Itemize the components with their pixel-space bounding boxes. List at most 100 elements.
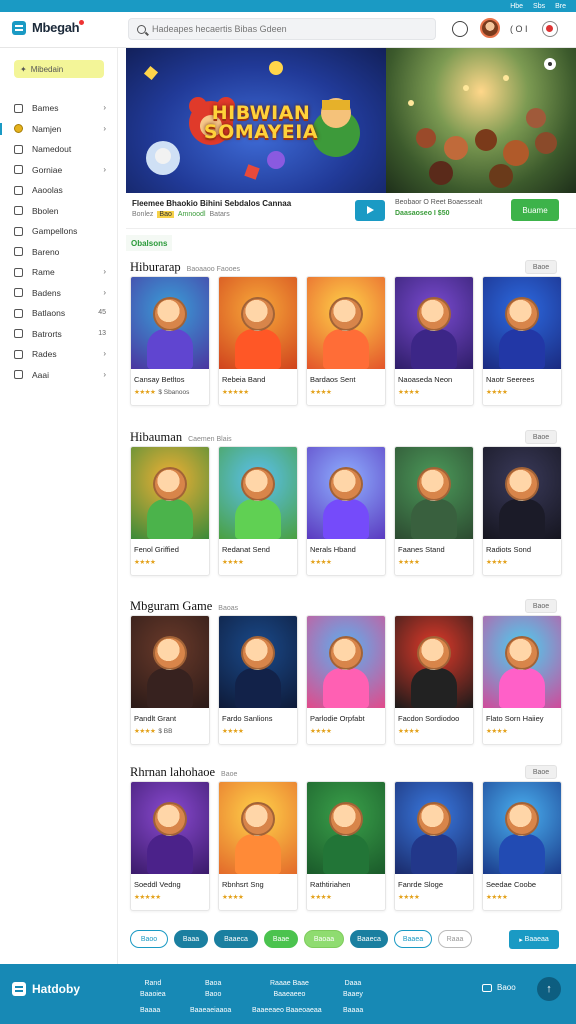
footer-link[interactable]: Baaeaeeo <box>270 989 309 1000</box>
brand-logo[interactable]: Mbegah <box>12 20 85 35</box>
promo-badge[interactable]: ✦ Mibedain <box>14 60 104 78</box>
pager-button[interactable]: Baae <box>264 930 298 948</box>
game-card[interactable]: Facdon Sordiodoo ★★★★ <box>394 615 474 745</box>
pager-button[interactable]: Baaa <box>174 930 208 948</box>
game-card[interactable]: Redanat Send ★★★★ <box>218 446 298 576</box>
footer-bottom-link[interactable]: Baaeeaeo Baaeoaeaa <box>252 1007 322 1014</box>
game-card[interactable]: Bardaos Sent ★★★★ <box>306 276 386 406</box>
game-card[interactable]: Rebeia Band ★★★★★ <box>218 276 298 406</box>
pager-button[interactable]: Baoaa <box>304 930 344 948</box>
featured-action-button[interactable]: Buame <box>511 199 559 221</box>
game-card[interactable]: Pandlt Grant ★★★★ $ BB <box>130 615 210 745</box>
sidebar-item-namedout[interactable]: Namedout <box>0 139 118 160</box>
footer-link[interactable]: Baaey <box>343 989 363 1000</box>
record-icon <box>14 370 23 380</box>
sidebar-item-count: 13 <box>98 329 106 337</box>
hero-banner[interactable]: HIBWIAN SOMAYEIA <box>126 48 576 193</box>
sidebar-item-count: 45 <box>98 309 106 316</box>
footer-col-1: Rand Baaoiea <box>140 978 166 1000</box>
sidebar-item-aaai[interactable]: Aaai › <box>0 365 118 386</box>
game-thumbnail <box>395 782 473 874</box>
game-card[interactable]: Flato Sorn Haiiey ★★★★ <box>482 615 562 745</box>
footer-bottom-link[interactable]: Baaaa <box>343 1007 363 1014</box>
footer-link[interactable]: Daaa <box>343 978 363 989</box>
scroll-up-icon[interactable]: ↑ <box>537 977 561 1001</box>
pager-button[interactable]: Raaa <box>438 930 472 948</box>
game-card[interactable]: Parlodie Orpfabt ★★★★ <box>306 615 386 745</box>
play-button[interactable] <box>355 200 385 221</box>
hero-pause-icon[interactable] <box>544 58 556 70</box>
character-body <box>323 499 369 539</box>
star-rating: ★★★★ <box>310 893 332 901</box>
game-card[interactable]: Nerals Hband ★★★★ <box>306 446 386 576</box>
star-rating: ★★★★★ <box>222 388 249 396</box>
footer-link[interactable]: Rand <box>140 978 166 989</box>
rating-extra: $ BB <box>158 728 173 735</box>
sidebar-item-batlaons[interactable]: Batlaons 45 <box>0 303 118 324</box>
see-more-button[interactable]: Baoe <box>525 599 557 613</box>
top-link[interactable]: Bre <box>555 3 566 10</box>
footer: Hatdoby Rand Baaoiea Baoa Baoo Raaae Baa… <box>0 964 576 1024</box>
sidebar-item-rades[interactable]: Rades › <box>0 344 118 365</box>
pager-button[interactable]: Baaeca <box>350 930 388 948</box>
footer-contact[interactable]: Baoo <box>482 983 516 992</box>
sidebar-item-bames[interactable]: Bames › <box>0 98 118 119</box>
sidebar-item-gorniae[interactable]: Gorniae › <box>0 160 118 181</box>
header: Mbegah ( O I <box>0 12 576 48</box>
sidebar-item-aaoolas[interactable]: Aaoolas <box>0 180 118 201</box>
avatar[interactable] <box>480 18 500 38</box>
search-icon[interactable] <box>137 24 146 34</box>
footer-link[interactable]: Baoa <box>205 978 221 989</box>
game-card[interactable]: Soeddl Vedng ★★★★★ <box>130 781 210 911</box>
sidebar-item-bbolen[interactable]: Bbolen <box>0 201 118 222</box>
sidebar-item-gampellons[interactable]: Gampellons <box>0 221 118 242</box>
search-bar[interactable] <box>128 18 436 40</box>
pager-button[interactable]: Baaea <box>394 930 432 948</box>
record-icon[interactable] <box>542 21 558 37</box>
see-more-button[interactable]: Baoe <box>525 765 557 779</box>
game-card[interactable]: Rathtiriahen ★★★★ <box>306 781 386 911</box>
sidebar-item-rame[interactable]: Rame › <box>0 262 118 283</box>
game-card[interactable]: Fardo Sanlions ★★★★ <box>218 615 298 745</box>
game-card[interactable]: Fenol Griffied ★★★★ <box>130 446 210 576</box>
pager-next-button[interactable]: ▸ Baaeaa <box>509 930 559 949</box>
notification-dot <box>79 20 85 25</box>
game-title: Naotr Seerees <box>486 375 535 384</box>
character-head <box>329 467 363 501</box>
game-card[interactable]: Naotr Seerees ★★★★ <box>482 276 562 406</box>
game-card[interactable]: Faanes Stand ★★★★ <box>394 446 474 576</box>
footer-logo[interactable]: Hatdoby <box>12 982 80 996</box>
footer-bottom-link[interactable]: Baaaa <box>140 1007 160 1014</box>
game-card[interactable]: Fanrde Sloge ★★★★ <box>394 781 474 911</box>
chevron-right-icon: › <box>103 164 106 174</box>
notifications-icon[interactable] <box>452 21 468 37</box>
sidebar-item-namjen[interactable]: Namjen › <box>0 119 118 140</box>
game-card[interactable]: Seedae Coobe ★★★★ <box>482 781 562 911</box>
pager-button[interactable]: Baaeca <box>214 930 258 948</box>
sidebar-item-batrorts[interactable]: Batrorts 13 <box>0 324 118 345</box>
pager-button[interactable]: Baoo <box>130 930 168 948</box>
game-card[interactable]: Rbnhsrt Sng ★★★★ <box>218 781 298 911</box>
footer-contact-label: Baoo <box>497 983 516 992</box>
rating-stars: ★★★★ <box>222 559 244 566</box>
footer-bottom-link[interactable]: Baaeaeiaaoa <box>190 1007 231 1014</box>
see-more-button[interactable]: Baoe <box>525 260 557 274</box>
character-head <box>417 636 451 670</box>
sidebar-item-badens[interactable]: Badens › <box>0 283 118 304</box>
footer-link[interactable]: Baaoiea <box>140 989 166 1000</box>
see-more-button[interactable]: Baoe <box>525 430 557 444</box>
footer-link[interactable]: Baoo <box>205 989 221 1000</box>
character-body <box>147 834 193 874</box>
game-thumbnail <box>307 616 385 708</box>
game-title: Faanes Stand <box>398 545 445 554</box>
footer-link[interactable]: Raaae Baae <box>270 978 309 989</box>
game-card[interactable]: Cansay Betltos ★★★★ $ Sbanoos <box>130 276 210 406</box>
sidebar-item-bareno[interactable]: Bareno <box>0 242 118 263</box>
section-badge[interactable]: Obalsons <box>126 235 173 251</box>
top-link[interactable]: Sbs <box>533 3 545 10</box>
search-input[interactable] <box>152 24 432 34</box>
star-rating: ★★★★★ <box>134 893 161 901</box>
top-link[interactable]: Hbe <box>510 3 523 10</box>
game-card[interactable]: Naoaseda Neon ★★★★ <box>394 276 474 406</box>
game-card[interactable]: Radiots Sond ★★★★ <box>482 446 562 576</box>
